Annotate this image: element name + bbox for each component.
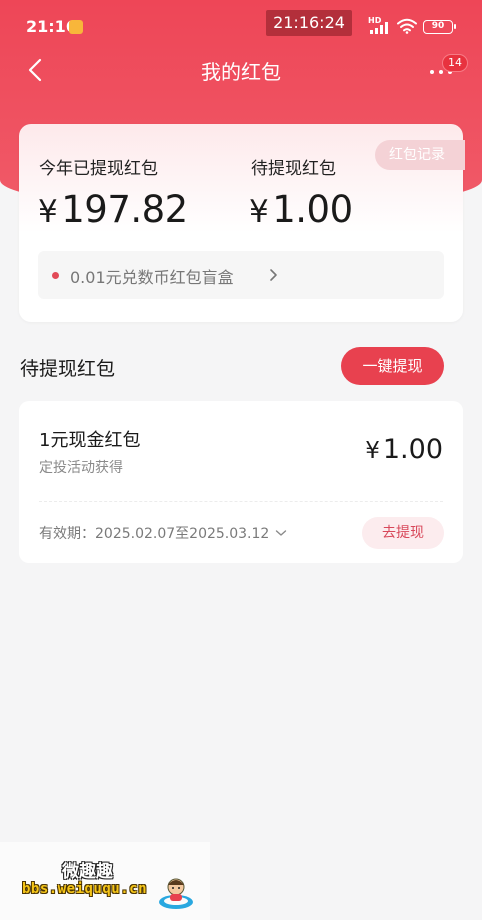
packet-source: 定投活动获得 [39,460,123,476]
section-title: 待提现红包 [20,358,116,380]
watermark-title: 微趣趣 [62,862,113,882]
watermark-url: bbs.weiququ.cn [22,881,148,897]
withdrawn-amount: ¥197.82 [38,188,188,231]
chevron-down-icon [276,530,287,536]
exchange-blind-box-link[interactable]: 0.01元兑数币红包盲盒 [38,251,444,299]
withdrawn-amount-value: 197.82 [61,188,188,231]
packet-name: 1元现金红包 [39,430,141,451]
dot-icon [52,272,59,279]
pending-label: 待提现红包 [251,159,336,179]
mascot-icon [159,878,193,909]
packet-amount: ¥1.00 [365,434,443,465]
summary-card: 红包记录 今年已提现红包 ¥197.82 待提现红包 ¥1.00 0.01元兑数… [19,124,465,322]
red-packet-record-button[interactable]: 红包记录 [375,140,465,170]
withdraw-all-button[interactable]: 一键提现 [341,347,444,385]
status-bar: 21:16 21:16:24 HD 90 [0,0,482,50]
currency-symbol: ¥ [249,194,269,230]
currency-symbol: ¥ [365,438,380,464]
signal-icon [370,22,390,34]
message-count-badge: 14 [442,54,468,72]
currency-symbol: ¥ [38,194,58,230]
withdrawn-label: 今年已提现红包 [39,159,158,179]
status-center-time: 21:16:24 [266,10,352,36]
pending-amount-value: 1.00 [272,188,353,231]
packet-amount-value: 1.00 [382,434,443,465]
divider [39,501,443,502]
page-title: 我的红包 [201,60,281,84]
list-item: 1元现金红包 定投活动获得 ¥1.00 有效期：2025.02.07至2025.… [19,401,463,563]
withdraw-button[interactable]: 去提现 [362,517,444,549]
validity-text: 有效期：2025.02.07至2025.03.12 [39,526,270,542]
validity-toggle[interactable]: 有效期：2025.02.07至2025.03.12 [39,523,287,543]
notification-icon [69,20,83,34]
wifi-icon [397,18,417,34]
more-menu-button[interactable]: 14 [428,54,468,84]
chevron-right-icon [270,269,277,281]
exchange-text: 0.01元兑数币红包盲盒 [70,268,234,287]
pending-amount: ¥1.00 [249,188,353,231]
battery-icon: 90 [423,20,456,34]
watermark: 微趣趣 bbs.weiququ.cn [0,842,210,920]
